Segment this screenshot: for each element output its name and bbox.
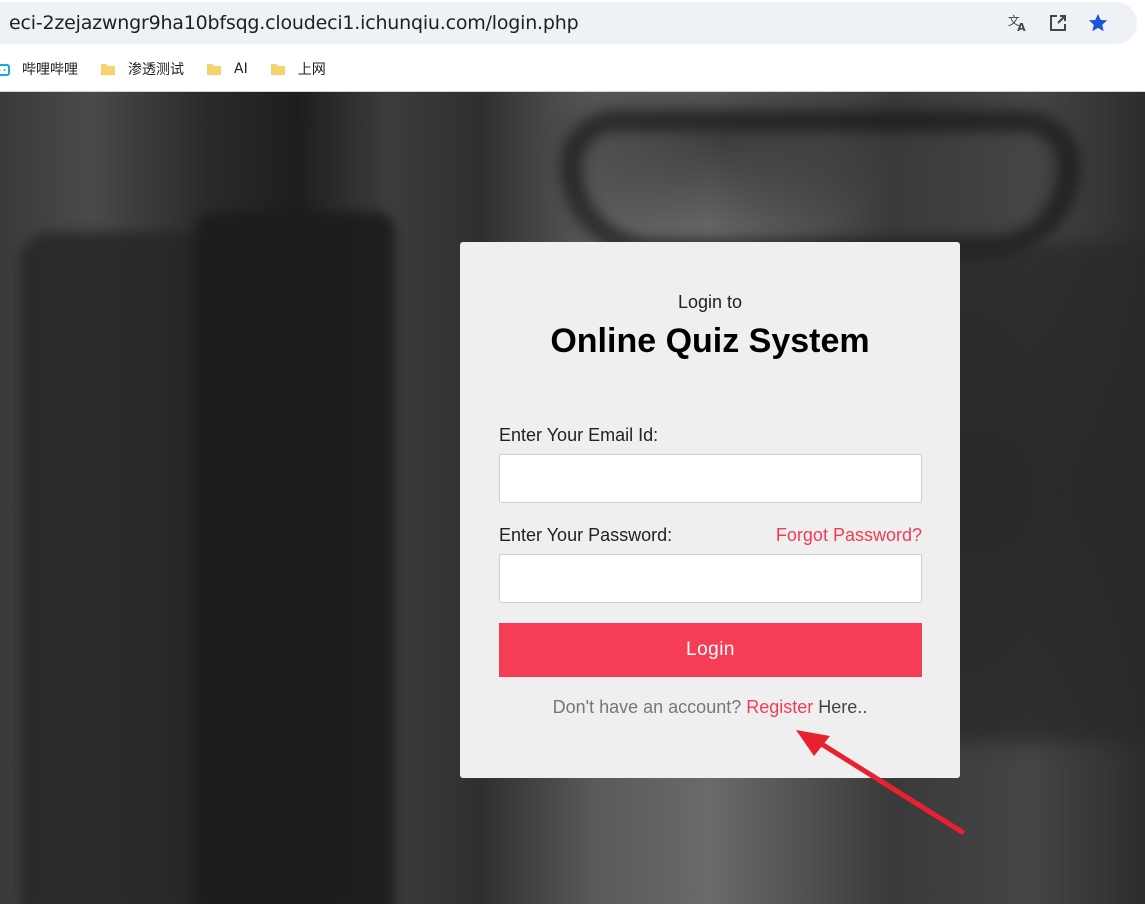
background-glasses — [560, 110, 1080, 260]
bookmark-folder-pentest[interactable]: 渗透测试 — [100, 59, 184, 79]
folder-icon — [207, 64, 221, 75]
bilibili-icon — [0, 64, 10, 76]
bookmark-label: 渗透测试 — [128, 62, 184, 78]
bookmark-folder-ai[interactable]: AI — [206, 61, 248, 77]
login-button[interactable]: Login — [499, 623, 922, 677]
folder-icon — [270, 64, 285, 75]
folder-icon — [101, 64, 115, 75]
no-account-text: Don't have an account? — [552, 697, 742, 717]
password-label: Enter Your Password: — [499, 525, 673, 545]
annotation-arrow — [796, 730, 965, 835]
bookmark-bilibili[interactable]: 哔哩哔哩 — [0, 59, 78, 79]
page-title: Online Quiz System — [550, 322, 870, 360]
url-text[interactable]: eci-2zejazwngr9ha10bfsqg.cloudeci1.ichun… — [9, 2, 579, 44]
login-subtitle: Login to — [677, 292, 743, 312]
bookmark-star-icon[interactable] — [1087, 12, 1109, 34]
bookmarks-bar: 哔哩哔哩 渗透测试 AI 上网 — [0, 48, 348, 90]
background-books-stack — [940, 242, 1145, 742]
login-card: Login to Online Quiz System Enter Your E… — [460, 242, 960, 778]
bookmark-label: AI — [234, 61, 248, 77]
register-here-text: Here.. — [818, 697, 868, 717]
bookmark-folder-web[interactable]: 上网 — [270, 59, 326, 79]
email-label: Enter Your Email Id: — [499, 425, 659, 445]
translate-icon[interactable]: 文A — [1007, 12, 1029, 34]
register-link[interactable]: Register — [746, 697, 813, 717]
browser-chrome: eci-2zejazwngr9ha10bfsqg.cloudeci1.ichun… — [0, 0, 1145, 92]
bookmark-label: 哔哩哔哩 — [22, 62, 78, 78]
background-book — [195, 212, 395, 904]
svg-text:A: A — [1017, 21, 1026, 34]
share-icon[interactable] — [1047, 12, 1069, 34]
register-prompt: Don't have an account? Register Here.. — [460, 697, 960, 718]
bookmark-label: 上网 — [297, 62, 326, 78]
address-bar-actions: 文A — [1007, 2, 1109, 44]
address-bar[interactable]: eci-2zejazwngr9ha10bfsqg.cloudeci1.ichun… — [0, 2, 1137, 44]
password-field[interactable] — [499, 554, 922, 603]
forgot-password-link[interactable]: Forgot Password? — [776, 525, 922, 546]
email-field[interactable] — [499, 454, 922, 503]
